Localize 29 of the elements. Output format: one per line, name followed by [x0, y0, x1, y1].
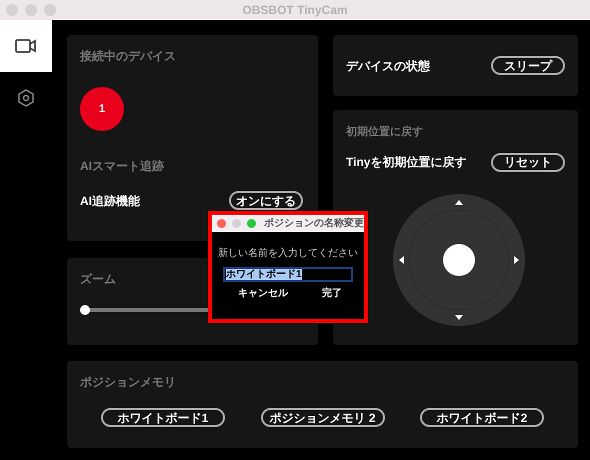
pill-button[interactable]: ホワイトボード1	[101, 408, 225, 427]
zoom-button[interactable]	[247, 219, 256, 228]
camera-icon	[15, 39, 37, 53]
pill-button[interactable]: ポジションメモリ 2	[260, 408, 384, 427]
section-title: ポジションメモリ	[80, 374, 177, 391]
window-title: OBSBOT TinyCam	[242, 2, 348, 19]
slider-thumb[interactable]	[80, 305, 90, 315]
dialog-button[interactable]: 完了	[322, 286, 342, 301]
section-title: 初期位置に戻す	[346, 124, 424, 140]
close-button[interactable]	[217, 219, 226, 228]
dialog-title: ポジションの名称変更	[264, 216, 364, 231]
selected-text: ホワイトボード1	[226, 269, 302, 280]
dialog-button[interactable]: キャンセル	[238, 286, 288, 301]
device-badge[interactable]: 1	[80, 87, 124, 131]
settings-icon	[18, 89, 34, 107]
direction-pad[interactable]	[393, 194, 525, 326]
section-title: ズーム	[80, 271, 116, 288]
pill-button[interactable]: スリープ	[491, 56, 565, 75]
sidebar-tab[interactable]	[0, 20, 52, 72]
minimize-button[interactable]	[232, 219, 241, 228]
name-field[interactable]: ホワイトボード1	[223, 267, 353, 282]
setting-label: デバイスの状態	[346, 58, 430, 74]
section-title: 接続中のデバイス	[80, 48, 177, 65]
dialog-prompt: 新しい名前を入力してください	[217, 246, 359, 261]
pill-button[interactable]: リセット	[491, 152, 565, 172]
section-title: AIスマート追跡	[80, 158, 165, 175]
setting-label: AI追跡機能	[80, 192, 140, 210]
pill-button[interactable]: ホワイトボード2	[420, 408, 544, 427]
setting-label: Tinyを初期位置に戻す	[346, 154, 466, 171]
